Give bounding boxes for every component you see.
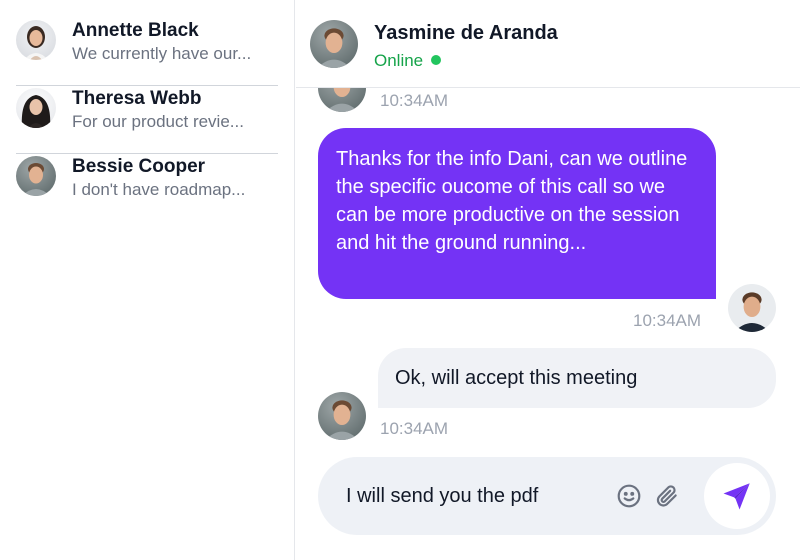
message-text: Ok, will accept this meeting xyxy=(395,367,638,389)
avatar xyxy=(16,88,56,128)
status-text: Online xyxy=(374,51,424,70)
sent-message-bubble: Thanks for the info Dani, can we outline… xyxy=(318,128,716,299)
message-text: Thanks for the info Dani, can we outline… xyxy=(336,148,688,254)
message-preview: For our product revie... xyxy=(72,112,244,131)
message-preview: We currently have our... xyxy=(72,44,252,63)
message-timestamp: 10:34AM xyxy=(380,91,449,110)
avatar xyxy=(16,156,56,196)
contact-name: Bessie Cooper xyxy=(72,156,206,177)
divider xyxy=(16,153,278,154)
online-dot-icon xyxy=(431,55,442,65)
received-message-bubble: Ok, will accept this meeting xyxy=(378,348,776,408)
message-input[interactable] xyxy=(346,457,596,535)
contact-name: Yasmine de Aranda xyxy=(374,22,558,44)
avatar xyxy=(310,20,358,68)
message-preview: I don't have roadmap... xyxy=(72,180,246,199)
conversation-list: Annette Black We currently have our... T… xyxy=(0,0,295,560)
conversation-item[interactable]: Bessie Cooper I don't have roadmap... xyxy=(16,156,278,222)
message-timestamp: 10:34AM xyxy=(633,311,702,330)
divider xyxy=(16,85,278,86)
conversation-item[interactable]: Annette Black We currently have our... xyxy=(16,20,278,86)
send-icon xyxy=(723,483,750,510)
message-timestamp: 10:34AM xyxy=(380,419,449,438)
send-button[interactable] xyxy=(704,463,770,529)
avatar xyxy=(318,392,366,440)
paperclip-icon[interactable] xyxy=(654,483,680,509)
status-indicator: Online xyxy=(374,51,442,71)
contact-name: Theresa Webb xyxy=(72,88,202,109)
avatar xyxy=(728,284,776,332)
contact-name: Annette Black xyxy=(72,20,199,41)
chat-panel: 10:34AM Thanks for the info Dani, can we… xyxy=(296,0,800,560)
conversation-item[interactable]: Theresa Webb For our product revie... xyxy=(16,88,278,154)
message-composer xyxy=(318,457,776,535)
chat-header: Yasmine de Aranda Online xyxy=(296,0,800,88)
avatar xyxy=(16,20,56,60)
emoji-icon[interactable] xyxy=(616,483,642,509)
